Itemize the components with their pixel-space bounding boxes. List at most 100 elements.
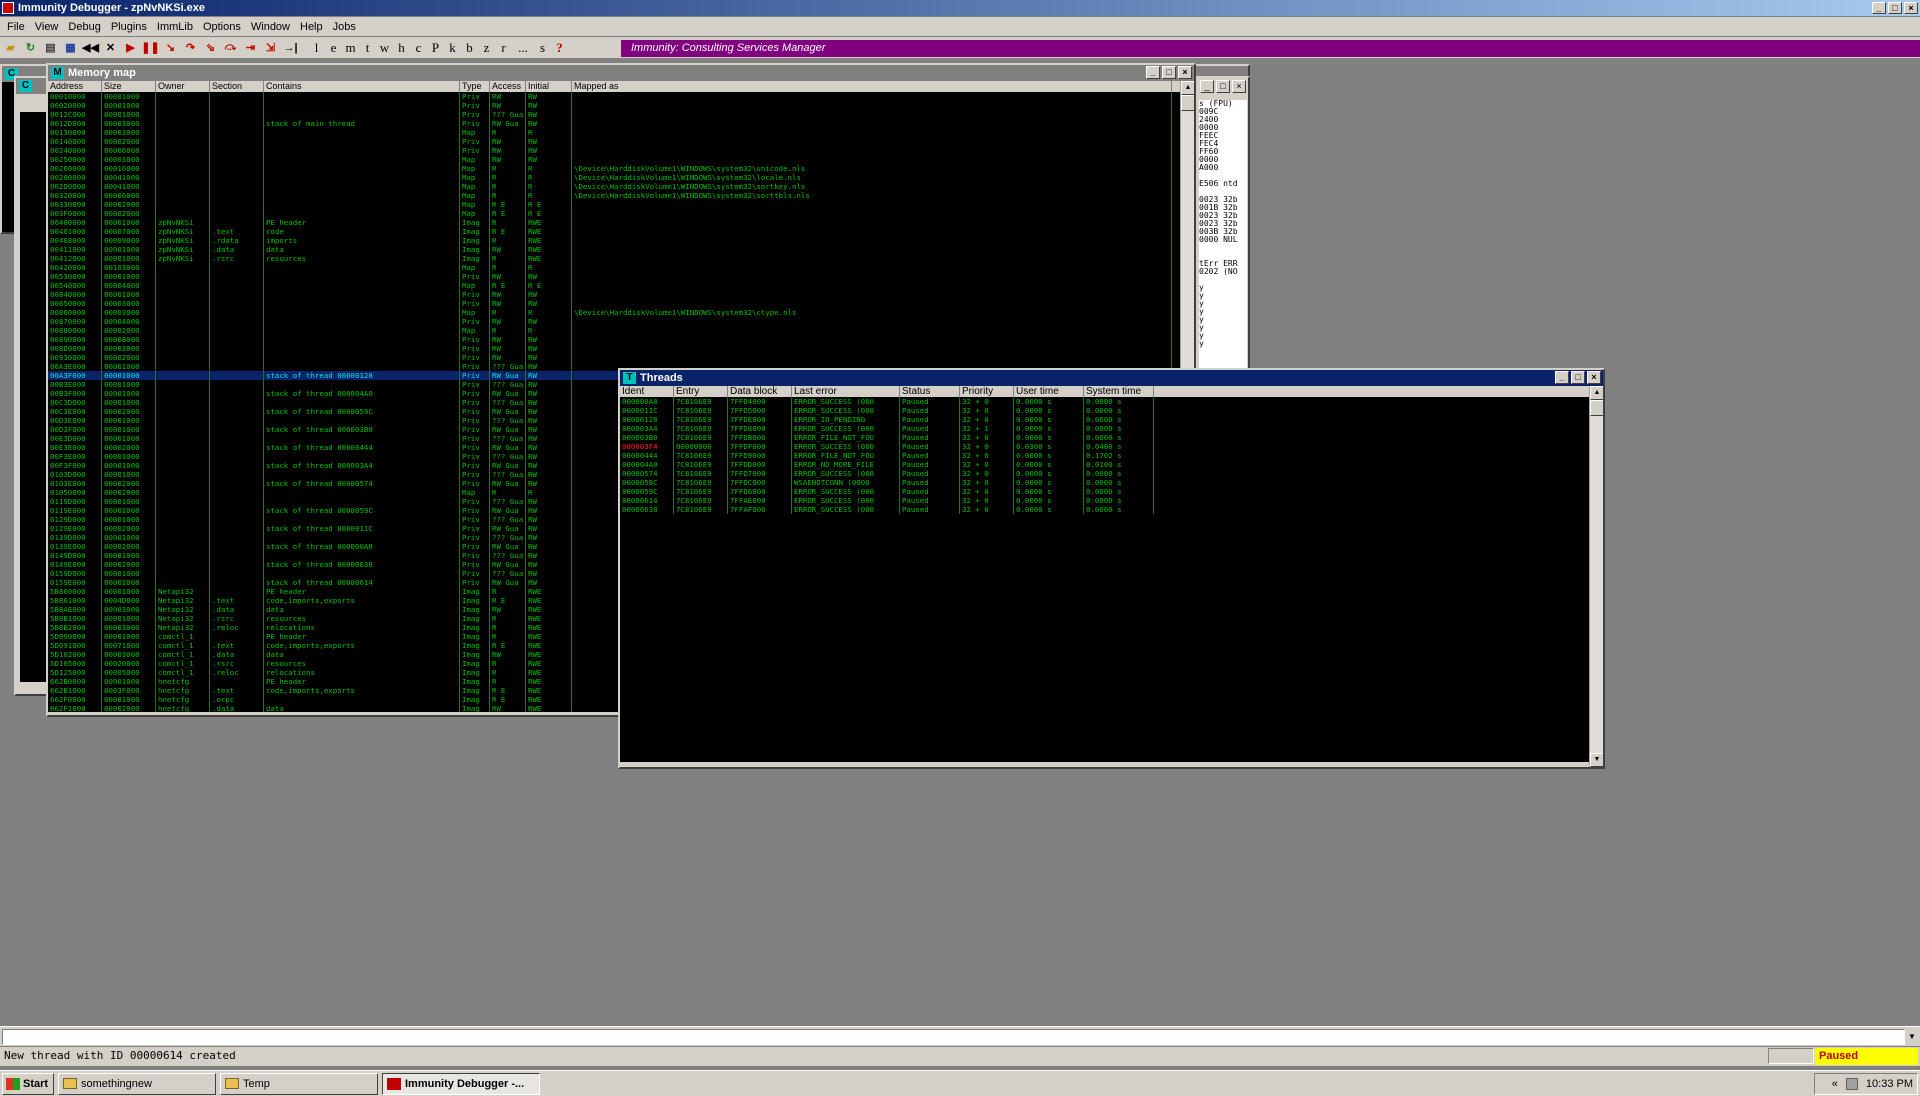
thread-row[interactable]: 00000128 7C8106E9 7FFDE000 ERROR_IO_PENDING… bbox=[620, 415, 1589, 424]
toolbar-executable-modules-button[interactable]: e bbox=[325, 40, 342, 56]
column-header[interactable]: Owner bbox=[156, 81, 210, 92]
memory-map-row[interactable]: 00330000 00002000 Map R ER E bbox=[48, 200, 1180, 209]
thread-row[interactable]: 0000059C 7C8106E9 7FFD6000 ERROR_SUCCESS (0… bbox=[620, 487, 1589, 496]
menu-jobs[interactable]: Jobs bbox=[328, 21, 361, 33]
toolbar-patches-button[interactable]: P bbox=[427, 40, 444, 56]
thread-row[interactable]: 000000A8 7C8106E9 7FFD4000 ERROR_SUCCESS (0… bbox=[620, 397, 1589, 406]
animate-icon[interactable]: →| bbox=[281, 39, 300, 57]
column-header[interactable]: Entry bbox=[674, 386, 728, 397]
maximize-icon[interactable]: □ bbox=[1162, 66, 1176, 79]
script-icon[interactable]: ▤ bbox=[41, 39, 60, 57]
thread-row[interactable]: 0000011C 7C8106E9 7FFD5000 ERROR_SUCCESS (0… bbox=[620, 406, 1589, 415]
memory-map-row[interactable]: 008D0000 00003000 Priv RW RW bbox=[48, 344, 1180, 353]
toolbar-breakpoints-button[interactable]: b bbox=[461, 40, 478, 56]
menu-window[interactable]: Window bbox=[246, 21, 295, 33]
thread-row[interactable]: 00000638 7C8106E9 7FFAF000 ERROR_SUCCESS (0… bbox=[620, 505, 1589, 514]
column-header[interactable]: Initial bbox=[526, 81, 572, 92]
memory-map-row[interactable]: 0012D000 00003000 stack of main thread Priv… bbox=[48, 119, 1180, 128]
menu-file[interactable]: File bbox=[2, 21, 30, 33]
column-header[interactable]: Access bbox=[490, 81, 526, 92]
consulting-banner[interactable]: Immunity: Consulting Services Manager bbox=[621, 40, 1920, 57]
menu-plugins[interactable]: Plugins bbox=[106, 21, 152, 33]
memory-map-row[interactable]: 00411000 00001000 zpNvNKSi .data data Imag RW R… bbox=[48, 245, 1180, 254]
memory-map-row[interactable]: 00530000 00001000 Priv RW RW bbox=[48, 272, 1180, 281]
memory-map-row[interactable]: 00420000 00103000 Map R R bbox=[48, 263, 1180, 272]
threads-titlebar[interactable]: T Threads _ □ × bbox=[620, 370, 1603, 386]
menu-options[interactable]: Options bbox=[198, 21, 246, 33]
memory-map-row[interactable]: 00408000 00009000 zpNvNKSi .rdata imports Ima… bbox=[48, 236, 1180, 245]
thread-row[interactable]: 0000058C 7C8106E9 7FFDC000 WSAENOTCONN (000… bbox=[620, 478, 1589, 487]
memory-map-row[interactable]: 00930000 00002000 Priv RW RW bbox=[48, 353, 1180, 362]
memory-map-titlebar[interactable]: M Memory map _ □ × bbox=[48, 65, 1194, 81]
threads-table[interactable]: 000000A8 7C8106E9 7FFD4000 ERROR_SUCCESS (0… bbox=[620, 397, 1589, 762]
menu-view[interactable]: View bbox=[30, 21, 64, 33]
column-header[interactable]: Last error bbox=[792, 386, 900, 397]
memory-map-row[interactable]: 00020000 00001000 Priv RW RW bbox=[48, 101, 1180, 110]
start-button[interactable]: Start bbox=[2, 1072, 54, 1095]
column-header[interactable]: Type bbox=[460, 81, 490, 92]
column-header[interactable]: Section bbox=[210, 81, 264, 92]
maximize-icon[interactable]: □ bbox=[1571, 371, 1585, 384]
memory-map-row[interactable]: 00130000 00003000 Map R R bbox=[48, 128, 1180, 137]
toolbar-log-button[interactable]: l bbox=[308, 40, 325, 56]
column-header[interactable]: Address bbox=[48, 81, 102, 92]
toolbar-hardware-breakpoints-button[interactable]: z bbox=[478, 40, 495, 56]
minimize-icon[interactable]: _ bbox=[1146, 66, 1160, 79]
toolbar-call-stack-button[interactable]: k bbox=[444, 40, 461, 56]
step-over-icon[interactable]: ↷ bbox=[181, 39, 200, 57]
thread-row[interactable]: 00000614 7C8106E9 7FFAE000 ERROR_SUCCESS (0… bbox=[620, 496, 1589, 505]
memory-map-row[interactable]: 00400000 00001000 zpNvNKSi PE header Imag R RW… bbox=[48, 218, 1180, 227]
memory-map-row[interactable]: 0012C000 00001000 Priv??? Gua RW bbox=[48, 110, 1180, 119]
execute-till-return-icon[interactable]: ⇥ bbox=[241, 39, 260, 57]
memory-map-row[interactable]: 00840000 00001000 Priv RW RW bbox=[48, 290, 1180, 299]
thread-row[interactable]: 000004A0 7C8106E9 7FFDD000 ERROR_NO_MORE_FI… bbox=[620, 460, 1589, 469]
command-dropdown-icon[interactable]: ▼ bbox=[1906, 1030, 1918, 1044]
task-immunity-debugger[interactable]: Immunity Debugger -... bbox=[382, 1072, 540, 1095]
close-icon[interactable]: × bbox=[1587, 371, 1601, 384]
scroll-up-icon[interactable]: ▲ bbox=[1181, 81, 1194, 95]
menu-immlib[interactable]: ImmLib bbox=[152, 21, 198, 33]
memory-map-row[interactable]: 002D0000 00041000 Map R R \Device\HarddiskVol… bbox=[48, 182, 1180, 191]
trace-into-icon[interactable]: ⇘ bbox=[201, 39, 220, 57]
task-somethingnew[interactable]: somethingnew bbox=[58, 1072, 216, 1095]
menu-help[interactable]: Help bbox=[295, 21, 328, 33]
toolbar-threads-button[interactable]: t bbox=[359, 40, 376, 56]
minimize-icon[interactable]: _ bbox=[1555, 371, 1569, 384]
clock[interactable]: 10:33 PM bbox=[1866, 1078, 1913, 1090]
column-header[interactable]: Ident bbox=[620, 386, 674, 397]
memory-map-row[interactable]: 00870000 00004000 Priv RW RW bbox=[48, 317, 1180, 326]
scroll-thumb[interactable] bbox=[1181, 95, 1194, 111]
memory-map-row[interactable]: 00890000 00008000 Priv RW RW bbox=[48, 335, 1180, 344]
memory-map-row[interactable]: 00880000 00002000 Map R R bbox=[48, 326, 1180, 335]
close-process-icon[interactable]: ✕ bbox=[101, 39, 120, 57]
memory-map-row[interactable]: 00412000 00001000 zpNvNKSi .rsrc resources Im… bbox=[48, 254, 1180, 263]
column-header[interactable]: Size bbox=[102, 81, 156, 92]
memory-map-row[interactable]: 00850000 00003000 Priv RW RW bbox=[48, 299, 1180, 308]
memory-map-row[interactable]: 00260000 00016000 Map R R \Device\HarddiskVol… bbox=[48, 164, 1180, 173]
python-shell-icon[interactable]: ▦ bbox=[61, 39, 80, 57]
toolbar-references-button[interactable]: r bbox=[495, 40, 512, 56]
minimize-icon[interactable]: _ bbox=[1872, 2, 1886, 14]
threads-window[interactable]: T Threads _ □ × Ident Entry Data block Last… bbox=[618, 368, 1605, 769]
memory-map-row[interactable]: 00320000 00006000 Map R R \Device\HarddiskVol… bbox=[48, 191, 1180, 200]
step-into-icon[interactable]: ↘ bbox=[161, 39, 180, 57]
column-header[interactable]: Status bbox=[900, 386, 960, 397]
column-header[interactable]: Contains bbox=[264, 81, 460, 92]
close-icon[interactable]: × bbox=[1904, 2, 1918, 14]
scroll-thumb[interactable] bbox=[1590, 400, 1603, 416]
toolbar-memory-map-button[interactable]: m bbox=[342, 40, 359, 56]
help-icon[interactable]: ? bbox=[551, 40, 568, 56]
threads-scrollbar[interactable]: ▲ ▼ bbox=[1589, 386, 1603, 767]
pause-icon[interactable]: ❚❚ bbox=[141, 39, 160, 57]
memory-map-row[interactable]: 00140000 00002000 Priv RW RW bbox=[48, 137, 1180, 146]
toolbar-cpu-button[interactable]: c bbox=[410, 40, 427, 56]
minimize-icon[interactable]: _ bbox=[1200, 80, 1214, 93]
memory-map-row[interactable]: 00250000 00003000 Map RW RW bbox=[48, 155, 1180, 164]
thread-row[interactable]: 000003A4 7C8106E9 7FFD8000 ERROR_SUCCESS (0… bbox=[620, 424, 1589, 433]
go-to-icon[interactable]: ⇲ bbox=[261, 39, 280, 57]
memory-map-row[interactable]: 00540000 00004000 Map R ER E bbox=[48, 281, 1180, 290]
command-input[interactable] bbox=[2, 1029, 1905, 1045]
trace-over-icon[interactable]: ⤼ bbox=[221, 39, 240, 57]
close-icon[interactable]: × bbox=[1232, 80, 1246, 93]
maximize-icon[interactable]: □ bbox=[1888, 2, 1902, 14]
